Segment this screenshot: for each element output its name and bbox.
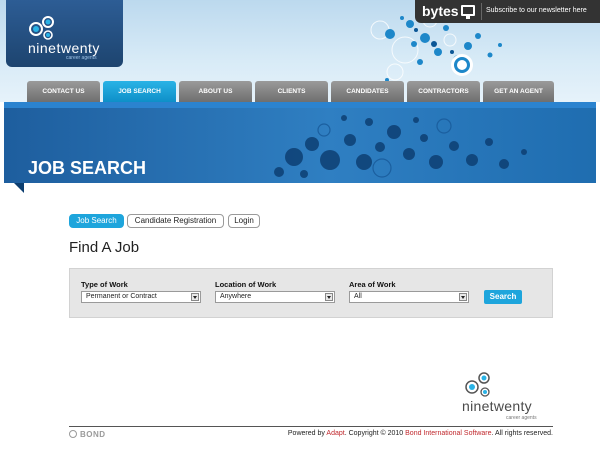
search-button[interactable]: Search [484,290,522,304]
nav-item-about-us[interactable]: About Us [179,81,252,102]
powered-by-text: Powered by [287,430,327,437]
logo-tagline: career agents [66,55,97,61]
chevron-down-icon [459,293,467,301]
footer-divider [69,426,553,427]
nav-item-contractors[interactable]: Contractors [407,81,480,102]
area-of-work-select[interactable]: All [349,291,469,303]
nav-item-clients[interactable]: Clients [255,81,328,102]
location-of-work-select[interactable]: Anywhere [215,291,335,303]
page-title: Find A Job [69,239,140,256]
nav-item-get-an-agent[interactable]: Get An Agent [483,81,554,102]
type-of-work-label: Type of Work [81,280,128,289]
site-header: ninetwenty career agents bytes Subscribe… [0,0,600,102]
tab-job-search[interactable]: Job Search [69,214,124,228]
type-of-work-value: Permanent or Contract [86,293,157,300]
location-of-work-label: Location of Work [215,280,277,289]
logo[interactable]: ninetwenty career agents [6,0,123,67]
bond-circle-icon [69,430,77,438]
nav-item-job-search[interactable]: Job Search [103,81,176,102]
footer-logo: ninetwenty career agents [462,370,558,421]
monitor-icon [461,5,475,19]
bond-label: BOND [80,430,106,439]
bytes-label: bytes [422,3,459,19]
banner-bubbles-decoration [274,115,527,178]
copyright-text: Powered by Adapt. Copyright © 2010 Bond … [288,430,553,437]
search-panel: Type of Work Permanent or Contract Locat… [69,268,553,318]
footer-logo-tagline: career agents [506,415,537,421]
type-of-work-select[interactable]: Permanent or Contract [81,291,201,303]
page-banner: JOB SEARCH [4,102,596,183]
tab-candidate-registration[interactable]: Candidate Registration [127,214,224,228]
newsletter-link[interactable]: Subscribe to our newsletter here [486,7,587,14]
logo-bubbles-icon [29,16,54,40]
copyright-mid-text: . Copyright © 2010 [344,430,406,437]
rights-text: . All rights reserved. [491,430,553,437]
chevron-down-icon [325,293,333,301]
logo-text: ninetwenty [28,40,100,56]
bond-software-link[interactable]: Bond International Software [405,430,491,437]
chevron-down-icon [191,293,199,301]
bond-logo: BOND [69,430,106,439]
divider [481,3,482,20]
footer-logo-bubbles-icon [465,372,490,397]
nav-item-candidates[interactable]: Candidates [331,81,404,102]
newsletter-bar: bytes Subscribe to our newsletter here [415,0,600,23]
location-of-work-value: Anywhere [220,293,252,300]
page-title-banner: JOB SEARCH [28,158,147,178]
tab-login[interactable]: Login [228,214,260,228]
main-nav: Contact Us Job Search About Us Clients C… [27,81,567,102]
footer-logo-text: ninetwenty [462,398,532,414]
banner-notch [14,183,24,193]
area-of-work-value: All [354,293,362,300]
nav-item-contact-us[interactable]: Contact Us [27,81,100,102]
adapt-link[interactable]: Adapt [326,430,344,437]
area-of-work-label: Area of Work [349,280,396,289]
